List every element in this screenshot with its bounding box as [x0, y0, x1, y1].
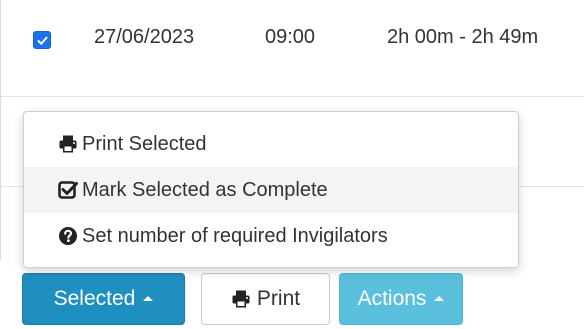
question-circle-icon: [58, 226, 78, 246]
session-date: 27/06/2023: [94, 26, 195, 48]
print-icon: [231, 289, 251, 309]
selected-dropdown-button[interactable]: Selected: [22, 273, 185, 325]
check-square-icon: [58, 180, 78, 200]
session-duration: 2h 00m - 2h 49m: [387, 26, 539, 48]
menu-item-label: Print Selected: [82, 132, 207, 155]
print-button-label: Print: [256, 287, 301, 310]
print-icon: [58, 134, 78, 154]
row-select-checkbox[interactable]: [33, 31, 51, 49]
table-row[interactable]: 27/06/2023 09:00 2h 00m - 2h 49m: [1, 0, 584, 97]
actions-dropdown-button[interactable]: Actions: [339, 273, 463, 325]
menu-item-mark-complete[interactable]: Mark Selected as Complete: [24, 167, 518, 213]
session-time: 09:00: [265, 26, 316, 48]
caret-up-icon: [434, 295, 445, 301]
selected-button-label: Selected: [53, 287, 136, 310]
menu-item-set-invigilators[interactable]: Set number of required Invigilators: [24, 213, 518, 259]
check-icon: [36, 36, 48, 45]
exam-list-panel: 27/06/2023 09:00 2h 00m - 2h 49m Print S…: [0, 0, 584, 329]
print-button[interactable]: Print: [201, 273, 330, 325]
caret-up-icon: [143, 295, 154, 301]
menu-item-label: Set number of required Invigilators: [82, 224, 388, 247]
menu-item-label: Mark Selected as Complete: [82, 178, 328, 201]
actions-button-label: Actions: [357, 287, 427, 310]
menu-item-print-selected[interactable]: Print Selected: [24, 121, 518, 167]
selected-dropdown-menu: Print Selected Mark Selected as Complete…: [23, 111, 519, 268]
